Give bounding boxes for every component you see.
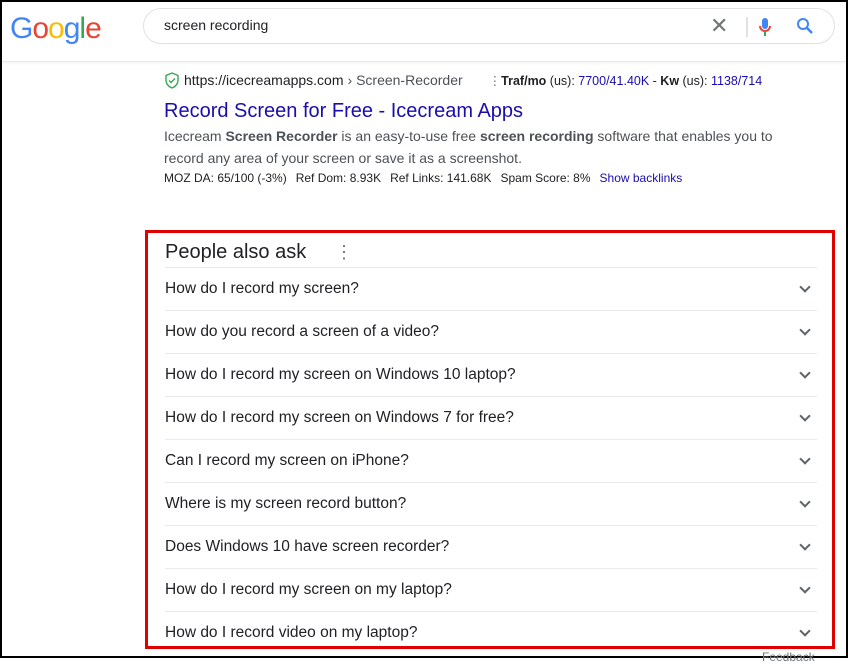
feedback-link[interactable]: Feedback <box>762 650 815 664</box>
logo-letter: o <box>48 12 65 45</box>
seo-traffic: ⋮Traf/mo (us): 7700/41.40K - Kw (us): 11… <box>489 73 763 88</box>
sep: - <box>649 73 661 88</box>
paa-question[interactable]: How do I record video on my laptop? <box>165 611 817 654</box>
search-input[interactable] <box>164 17 684 33</box>
question-text: How do I record video on my laptop? <box>165 624 418 641</box>
search-result: https://icecreamapps.com › Screen-Record… <box>164 70 804 185</box>
paa-title: People also ask <box>165 241 307 263</box>
snip-2: is an easy-to-use free <box>337 128 480 144</box>
chevron-down-icon[interactable] <box>799 281 811 293</box>
snip-0: Icecream <box>164 128 226 144</box>
more-icon[interactable]: ⋮ <box>489 74 502 88</box>
paa-question[interactable]: How do you record a screen of a video? <box>165 310 817 353</box>
search-box[interactable]: ✕ <box>143 8 835 44</box>
chevron-down-icon[interactable] <box>799 539 811 551</box>
chevron-down-icon[interactable] <box>799 367 811 379</box>
seo-metrics: MOZ DA: 65/100 (-3%) Ref Dom: 8.93K Ref Li… <box>164 171 804 185</box>
search-icon[interactable] <box>796 17 814 39</box>
show-backlinks-link[interactable]: Show backlinks <box>600 171 683 185</box>
result-snippet: Icecream Screen Recorder is an easy-to-u… <box>164 125 804 169</box>
paa-list: How do I record my screen? How do you rec… <box>165 267 817 654</box>
people-also-ask: People also ask ⋮ How do I record my scr… <box>145 230 835 649</box>
question-text: How do you record a screen of a video? <box>165 323 439 340</box>
question-text: How do I record my screen on Windows 7 f… <box>165 409 514 426</box>
paa-question[interactable]: How do I record my screen on Windows 10 … <box>165 353 817 396</box>
paa-question[interactable]: Where is my screen record button? <box>165 482 817 525</box>
moz-da: MOZ DA: 65/100 (-3%) <box>164 171 287 185</box>
divider <box>746 17 748 37</box>
kw-label: Kw <box>660 73 680 88</box>
chevron-down-icon[interactable] <box>799 582 811 594</box>
snip-3: screen recording <box>479 128 594 144</box>
kw-us: (us): <box>679 73 711 88</box>
result-breadcrumb: › Screen-Recorder <box>347 72 463 88</box>
logo-letter: o <box>32 12 49 45</box>
result-title-link[interactable]: Record Screen for Free - Icecream Apps <box>164 100 804 123</box>
paa-question[interactable]: Can I record my screen on iPhone? <box>165 439 817 482</box>
paa-question[interactable]: How do I record my screen on my laptop? <box>165 568 817 611</box>
paa-question[interactable]: How do I record my screen on Windows 7 f… <box>165 396 817 439</box>
logo-letter: g <box>63 12 81 45</box>
traf-label: Traf/mo <box>501 73 547 88</box>
result-url[interactable]: https://icecreamapps.com <box>184 72 344 88</box>
kw-value: 1138/714 <box>711 73 763 88</box>
ref-links: Ref Links: 141.68K <box>390 171 492 185</box>
question-text: Where is my screen record button? <box>165 495 407 512</box>
clear-icon[interactable]: ✕ <box>710 15 728 37</box>
chevron-down-icon[interactable] <box>799 453 811 465</box>
question-text: Can I record my screen on iPhone? <box>165 452 409 469</box>
spam-score: Spam Score: 8% <box>500 171 591 185</box>
more-options-icon[interactable]: ⋮ <box>335 242 353 263</box>
question-text: How do I record my screen? <box>165 280 359 297</box>
shield-check-icon <box>165 71 179 89</box>
logo-letter: e <box>85 12 102 45</box>
paa-question[interactable]: How do I record my screen? <box>165 267 817 310</box>
logo-letter: G <box>10 12 33 45</box>
snip-1: Screen Recorder <box>225 128 338 144</box>
question-text: How do I record my screen on my laptop? <box>165 581 452 598</box>
ref-dom: Ref Dom: 8.93K <box>295 171 382 185</box>
traf-us: (us): <box>546 73 579 88</box>
result-url-row: https://icecreamapps.com › Screen-Record… <box>164 70 804 90</box>
chevron-down-icon[interactable] <box>799 410 811 422</box>
search-header: Google ✕ <box>2 2 846 62</box>
google-logo[interactable]: Google <box>10 12 102 46</box>
microphone-icon[interactable] <box>758 17 772 41</box>
chevron-down-icon[interactable] <box>799 324 811 336</box>
question-text: Does Windows 10 have screen recorder? <box>165 538 450 555</box>
traf-value: 7700/41.40K <box>578 73 650 88</box>
paa-question[interactable]: Does Windows 10 have screen recorder? <box>165 525 817 568</box>
chevron-down-icon[interactable] <box>799 496 811 508</box>
question-text: How do I record my screen on Windows 10 … <box>165 366 516 383</box>
chevron-down-icon[interactable] <box>799 625 811 637</box>
